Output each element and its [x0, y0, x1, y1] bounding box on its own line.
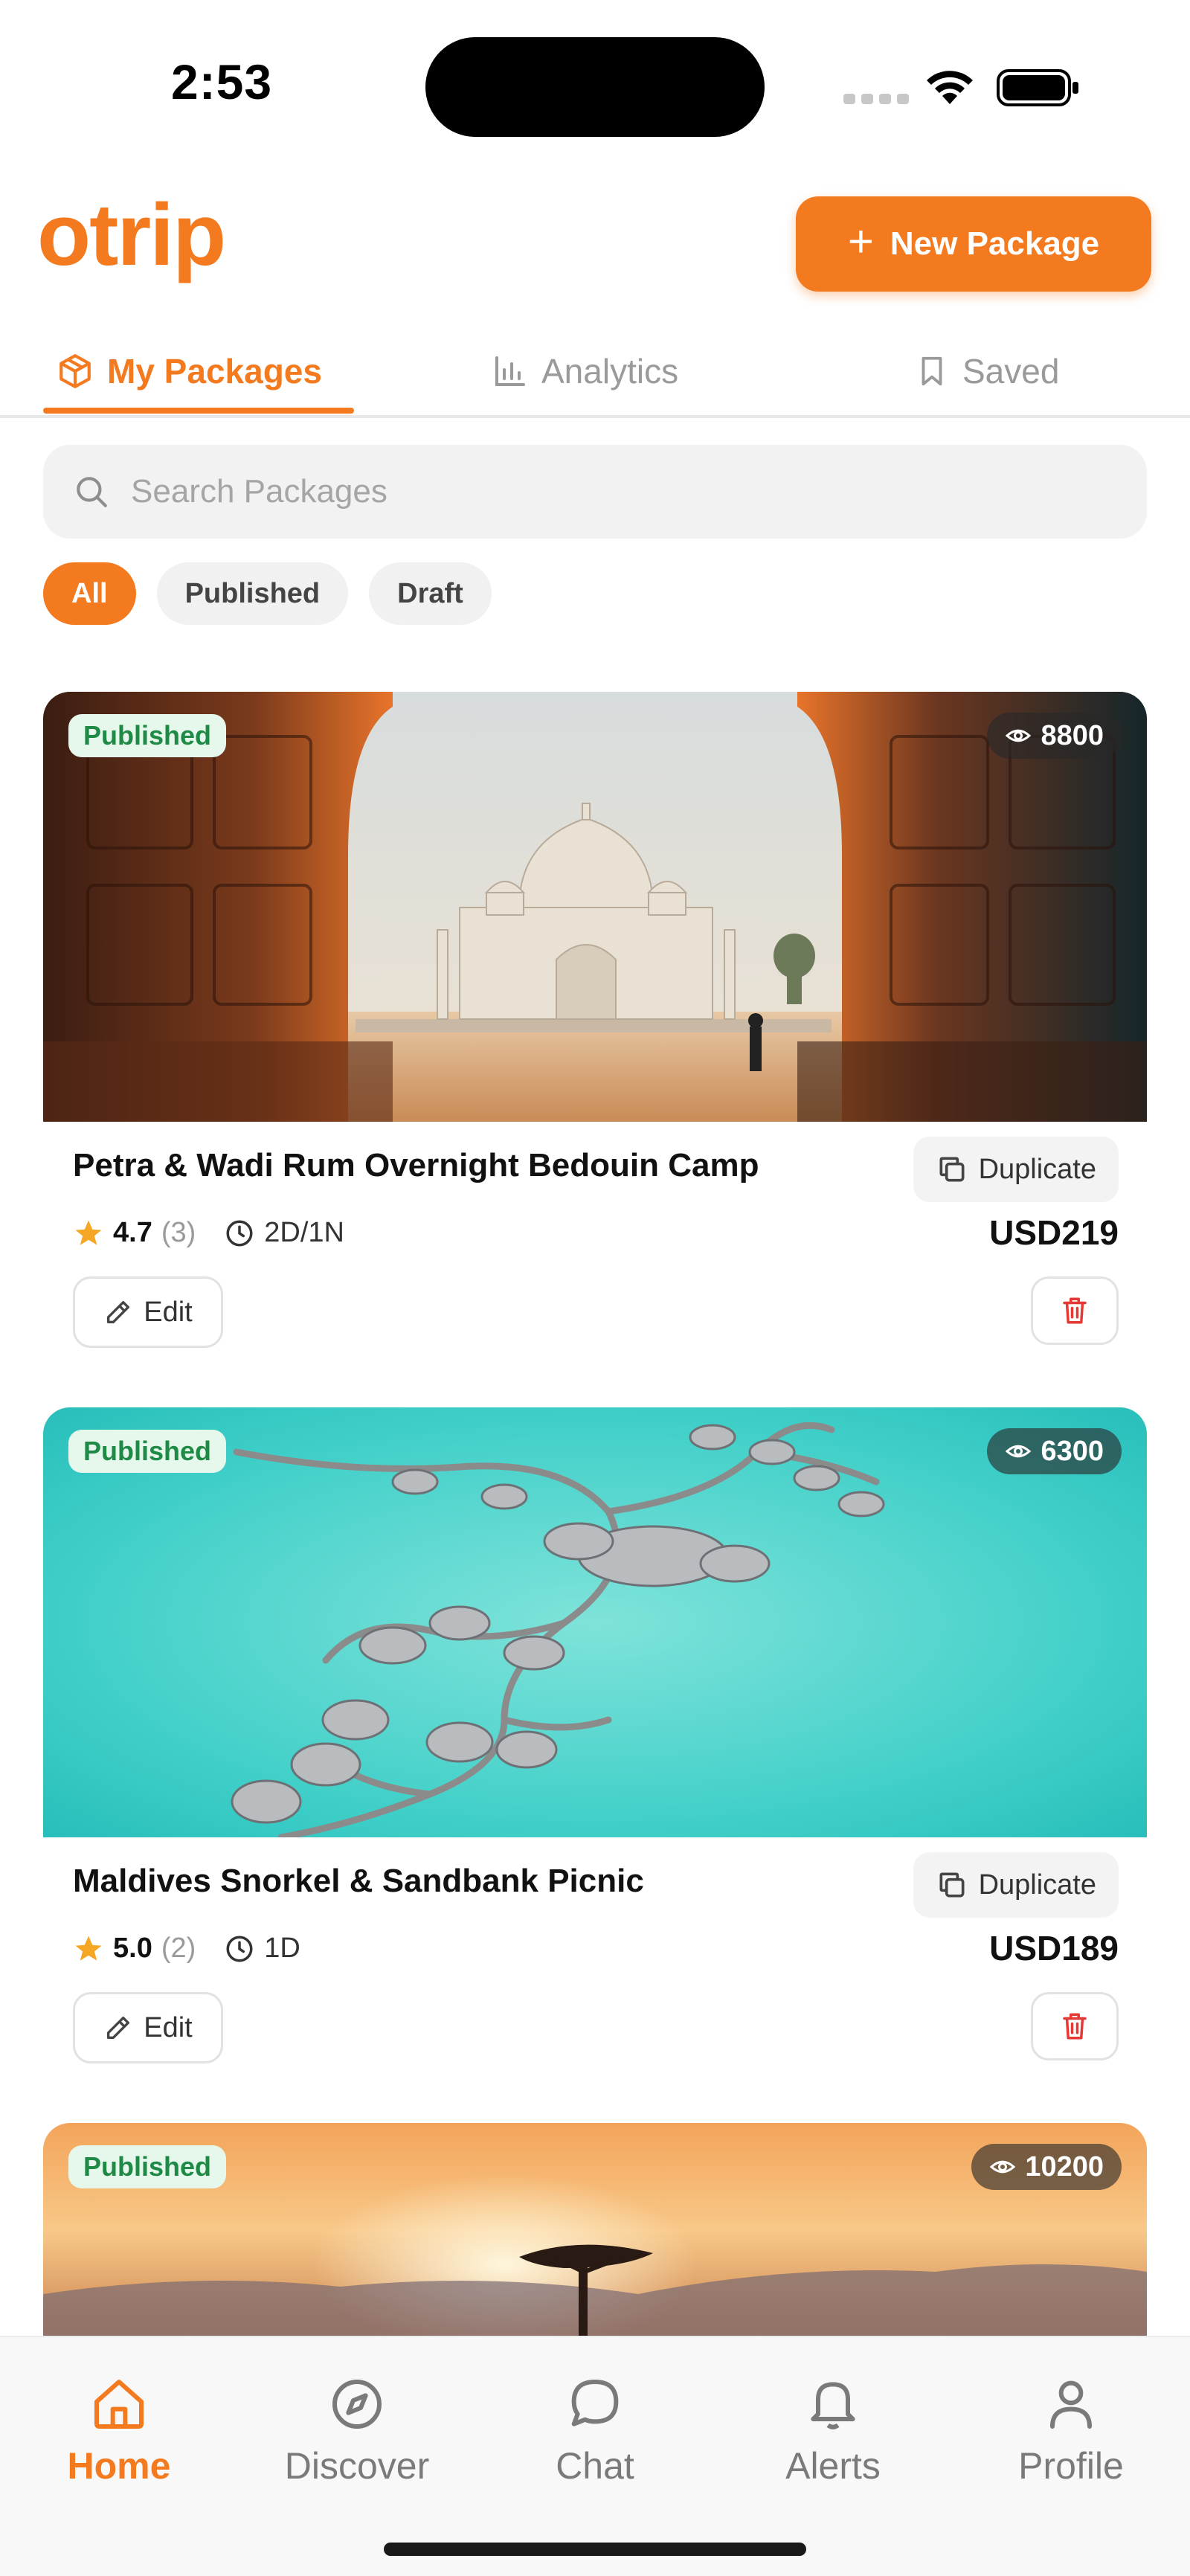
star-icon: [75, 1936, 102, 1961]
bookmark-icon: [922, 356, 942, 386]
filter-published[interactable]: Published: [156, 562, 349, 625]
plus-icon: +: [847, 216, 874, 266]
filter-chips: All Published Draft: [43, 562, 492, 625]
eye-icon: [1006, 1445, 1032, 1458]
nav-alerts[interactable]: Alerts: [736, 2374, 930, 2487]
clock-icon: [226, 1220, 253, 1246]
views-count: 8800: [1041, 719, 1104, 751]
rating-value: 4.7: [113, 1217, 152, 1248]
duplicate-button[interactable]: Duplicate: [913, 1852, 1119, 1918]
edit-label: Edit: [144, 2011, 193, 2043]
eye-icon: [1006, 729, 1032, 742]
cellular-signal-icon: [843, 94, 909, 104]
nav-home[interactable]: Home: [22, 2374, 216, 2487]
trash-icon: [1063, 1297, 1087, 1324]
nav-label: Discover: [284, 2445, 430, 2487]
status-badge: Published: [68, 714, 227, 757]
views-count: 10200: [1025, 2151, 1104, 2182]
bottom-navigation: Home Discover Chat Alerts Profile: [0, 2336, 1190, 2576]
tab-saved[interactable]: Saved: [915, 327, 1059, 415]
delete-button[interactable]: [1031, 1276, 1119, 1345]
wifi-icon: [927, 71, 973, 104]
rating-count: (3): [161, 1217, 196, 1248]
nav-profile[interactable]: Profile: [974, 2374, 1168, 2487]
home-indicator: [384, 2543, 806, 2556]
new-package-label: New Package: [890, 225, 1100, 262]
nav-label: Profile: [1018, 2445, 1124, 2487]
pencil-icon: [107, 2017, 130, 2039]
rating-value: 5.0: [113, 1933, 152, 1964]
user-icon: [1050, 2380, 1092, 2429]
clock-icon: [226, 1936, 253, 1962]
new-package-button[interactable]: + New Package: [796, 196, 1151, 292]
package-title[interactable]: Maldives Snorkel & Sandbank Picnic: [73, 1863, 876, 1900]
bar-chart-icon: [495, 356, 525, 386]
package-meta: 5.0 (2) 1D: [73, 1933, 300, 1965]
nav-discover[interactable]: Discover: [260, 2374, 454, 2487]
edit-button[interactable]: Edit: [73, 1276, 223, 1348]
filter-draft[interactable]: Draft: [369, 562, 492, 625]
tab-analytics[interactable]: Analytics: [492, 327, 678, 415]
app-logo: otrip: [37, 186, 226, 284]
search-input[interactable]: [131, 473, 1098, 510]
package-price: USD189: [989, 1929, 1119, 1968]
filter-all[interactable]: All: [43, 562, 136, 625]
duplicate-button[interactable]: Duplicate: [913, 1137, 1119, 1202]
search-bar[interactable]: [43, 445, 1147, 539]
trash-icon: [1063, 2013, 1087, 2040]
eye-icon: [990, 2160, 1016, 2174]
star-icon: [75, 1220, 102, 1245]
package-title[interactable]: Petra & Wadi Rum Overnight Bedouin Camp: [73, 1147, 876, 1184]
active-tab-indicator: [43, 408, 354, 414]
package-image: Published 8800: [43, 692, 1147, 1122]
copy-icon: [939, 1872, 965, 1898]
views-badge: 8800: [987, 713, 1122, 759]
duplicate-label: Duplicate: [978, 1153, 1096, 1185]
views-badge: 10200: [971, 2144, 1122, 2190]
duration: 1D: [264, 1933, 300, 1964]
views-badge: 6300: [987, 1428, 1122, 1474]
copy-icon: [939, 1157, 965, 1182]
home-icon: [94, 2380, 144, 2429]
package-card[interactable]: Published 8800 Petra & Wadi Rum Overnigh…: [43, 692, 1147, 1348]
rating-count: (2): [161, 1933, 196, 1964]
tab-label: Saved: [962, 352, 1060, 391]
package-card[interactable]: Published 10200: [43, 2123, 1147, 2339]
views-count: 6300: [1041, 1435, 1104, 1467]
box-icon: [60, 354, 91, 388]
status-badge: Published: [68, 2145, 227, 2188]
dynamic-island: [425, 37, 765, 137]
nav-label: Alerts: [785, 2445, 881, 2487]
package-price: USD219: [989, 1213, 1119, 1252]
edit-label: Edit: [144, 1296, 193, 1328]
tab-my-packages[interactable]: My Packages: [57, 327, 322, 415]
bell-icon: [811, 2382, 855, 2429]
tab-bar: My Packages Analytics Saved: [0, 327, 1190, 418]
edit-button[interactable]: Edit: [73, 1992, 223, 2063]
nav-chat[interactable]: Chat: [498, 2374, 692, 2487]
package-image: Published 10200: [43, 2123, 1147, 2339]
pencil-icon: [107, 1301, 130, 1323]
search-icon: [77, 477, 107, 507]
compass-icon: [332, 2380, 382, 2429]
delete-button[interactable]: [1031, 1992, 1119, 2061]
duplicate-label: Duplicate: [978, 1869, 1096, 1901]
chat-icon: [571, 2380, 619, 2426]
status-badge: Published: [68, 1430, 227, 1473]
status-time: 2:53: [171, 54, 273, 109]
tab-label: Analytics: [541, 352, 679, 391]
package-meta: 4.7 (3) 2D/1N: [73, 1217, 344, 1249]
package-card[interactable]: Published 6300 Maldives Snorkel & Sandba…: [43, 1407, 1147, 2063]
nav-label: Home: [67, 2445, 171, 2487]
package-image: Published 6300: [43, 1407, 1147, 1837]
status-bar: 2:53: [0, 0, 1190, 171]
nav-label: Chat: [556, 2445, 634, 2487]
duration: 2D/1N: [264, 1217, 344, 1248]
tab-label: My Packages: [107, 352, 322, 391]
battery-icon: [997, 69, 1078, 106]
